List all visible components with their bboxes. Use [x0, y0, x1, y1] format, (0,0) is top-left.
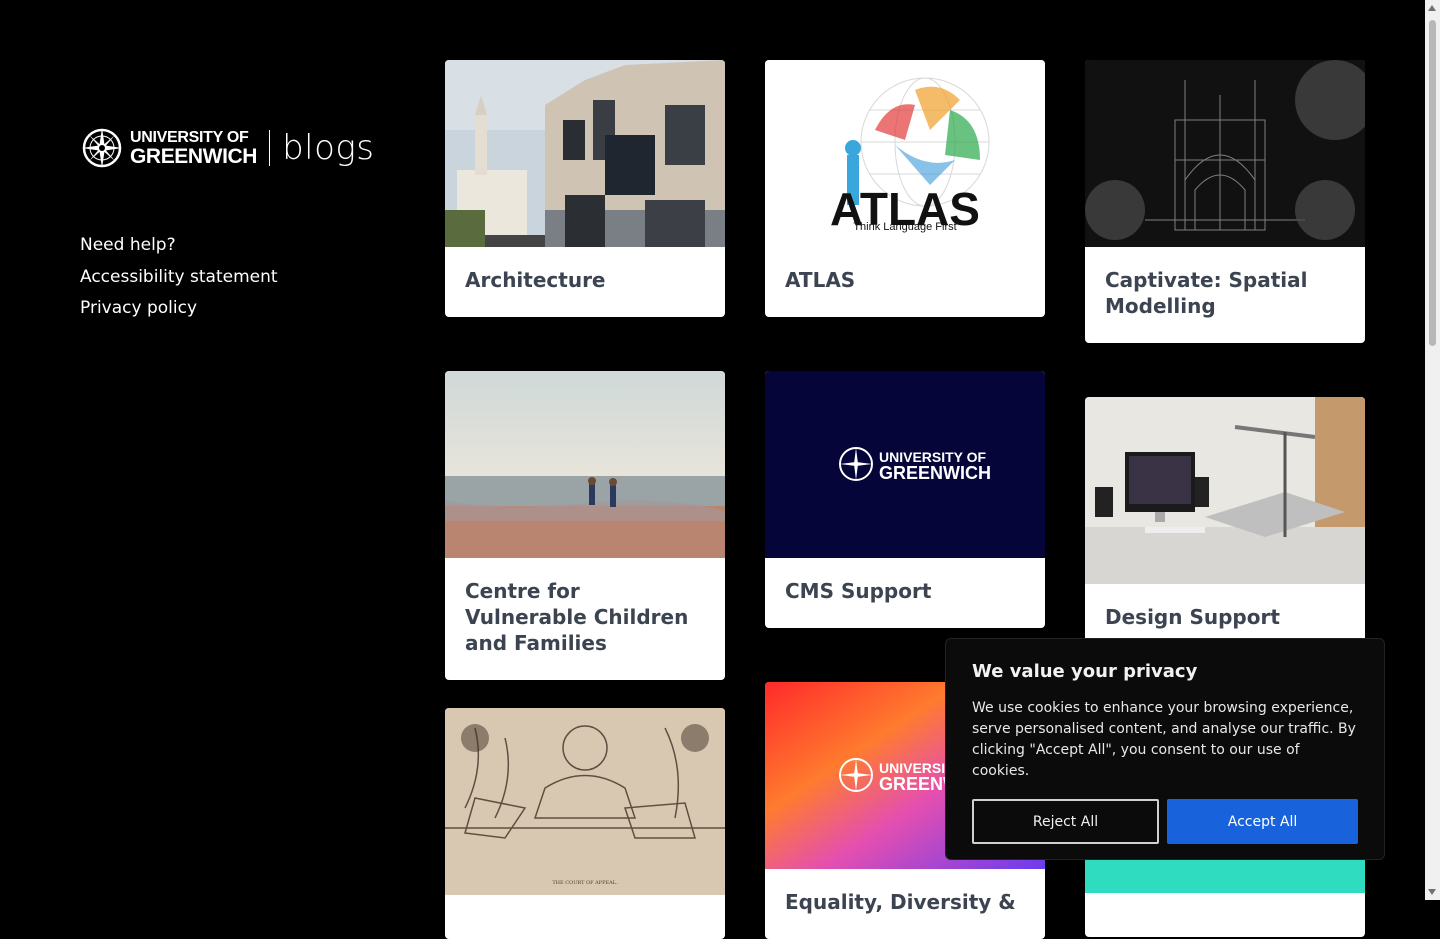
- cookie-consent-banner: We value your privacy We use cookies to …: [945, 638, 1385, 860]
- compass-logo-icon: [82, 128, 122, 168]
- blog-card-cms-support[interactable]: UNIVERSITY OF GREENWICH CMS Support: [765, 371, 1045, 628]
- card-image: UNIVERSITY OF GREENWICH: [765, 371, 1045, 558]
- scroll-down-arrow-icon[interactable]: [1428, 889, 1436, 895]
- card-title: Centre for Vulnerable Children and Famil…: [465, 579, 689, 655]
- card-title: CMS Support: [785, 579, 932, 603]
- nav-need-help[interactable]: Need help?: [80, 230, 380, 262]
- scroll-up-arrow-icon[interactable]: [1428, 5, 1436, 11]
- card-title: Architecture: [465, 268, 606, 292]
- blog-card-design-support[interactable]: Design Support: [1085, 397, 1365, 654]
- sketch-caption: THE COURT OF APPEAL.: [552, 880, 618, 886]
- page-scrollbar[interactable]: [1425, 0, 1440, 900]
- card-image: [1085, 60, 1365, 247]
- logo-line1: UNIVERSITY OF: [130, 128, 249, 146]
- logo-product: blogs: [282, 128, 375, 168]
- card-image: ATLAS Think Language First: [765, 60, 1045, 247]
- blog-card-captivate[interactable]: Captivate: Spatial Modelling: [1085, 60, 1365, 343]
- sidebar: UNIVERSITY OF GREENWICH blogs Need help?…: [80, 120, 380, 325]
- card-image: [445, 60, 725, 247]
- accept-all-button[interactable]: Accept All: [1167, 799, 1358, 844]
- cookie-body: We use cookies to enhance your browsing …: [972, 700, 1356, 779]
- nav-privacy-policy[interactable]: Privacy policy: [80, 293, 380, 325]
- site-logo[interactable]: UNIVERSITY OF GREENWICH blogs: [80, 120, 380, 176]
- reject-all-button[interactable]: Reject All: [972, 799, 1159, 844]
- logo-divider: [269, 130, 271, 166]
- cookie-title: We value your privacy: [972, 661, 1198, 682]
- card-image: [1085, 397, 1365, 584]
- blog-card-atlas[interactable]: ATLAS Think Language First ATLAS: [765, 60, 1045, 317]
- logo-line2: GREENWICH: [130, 144, 258, 168]
- sidebar-nav: Need help? Accessibility statement Priva…: [80, 230, 380, 325]
- uog-logo-line2: GREENWICH: [879, 463, 991, 483]
- blog-card-vulnerable-children[interactable]: Centre for Vulnerable Children and Famil…: [445, 371, 725, 680]
- logo-wordmark: UNIVERSITY OF GREENWICH: [130, 128, 258, 168]
- card-image: [445, 371, 725, 558]
- card-title: Equality, Diversity &: [785, 890, 1016, 914]
- card-title: ATLAS: [785, 268, 856, 292]
- cookie-buttons: Reject All Accept All: [972, 799, 1358, 844]
- nav-accessibility-statement[interactable]: Accessibility statement: [80, 262, 380, 294]
- atlas-tagline: Think Language First: [853, 221, 956, 233]
- blog-card-court-of-appeal[interactable]: THE COURT OF APPEAL.: [445, 708, 725, 939]
- card-title: [445, 895, 725, 939]
- scroll-thumb[interactable]: [1429, 20, 1436, 346]
- blog-card-architecture[interactable]: Architecture: [445, 60, 725, 317]
- card-title: Captivate: Spatial Modelling: [1105, 268, 1308, 318]
- card-image: THE COURT OF APPEAL.: [445, 708, 725, 895]
